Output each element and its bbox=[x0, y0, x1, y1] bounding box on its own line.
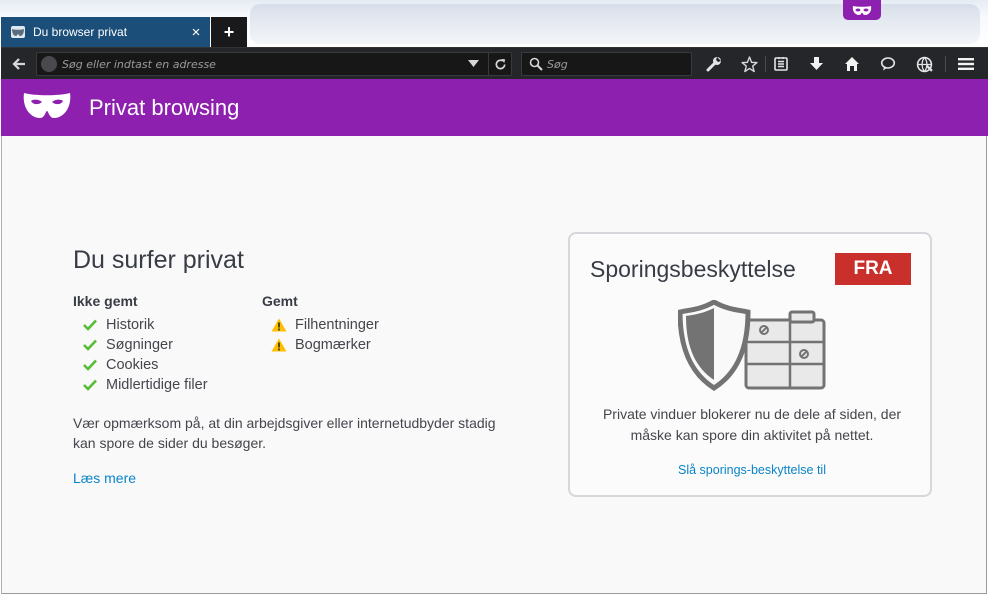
enable-tracking-protection-link[interactable]: Slå sporings-beskyttelse til bbox=[570, 463, 934, 477]
tracking-protection-description: Private vinduer blokerer nu de dele af s… bbox=[602, 406, 902, 443]
saved-list: Gemt Filhentninger Bogmærker bbox=[262, 293, 379, 355]
private-mask-icon bbox=[23, 93, 71, 118]
tracking-protection-illustration bbox=[678, 300, 826, 391]
not-saved-list: Ikke gemt Historik Søgninger Cookies Midler… bbox=[73, 293, 208, 395]
chat-button[interactable] bbox=[874, 52, 902, 76]
toolbar-separator bbox=[945, 56, 946, 72]
not-saved-items: Historik Søgninger Cookies Midlertidige fil… bbox=[73, 315, 208, 395]
developer-tools-button[interactable] bbox=[700, 52, 728, 76]
search-bar[interactable] bbox=[521, 52, 692, 76]
private-browsing-header: Privat browsing bbox=[1, 79, 988, 136]
list-item-label: Historik bbox=[106, 317, 155, 333]
download-icon bbox=[809, 57, 823, 70]
navigation-toolbar bbox=[1, 47, 988, 79]
reload-button[interactable] bbox=[488, 53, 512, 75]
back-button[interactable] bbox=[5, 52, 33, 76]
checkmark-icon bbox=[82, 377, 98, 393]
home-icon bbox=[845, 57, 859, 71]
downloads-button[interactable] bbox=[802, 52, 830, 76]
bookmark-star-button[interactable] bbox=[735, 52, 763, 76]
list-item: Søgninger bbox=[73, 335, 208, 355]
search-icon bbox=[529, 57, 543, 71]
header-title: Privat browsing bbox=[89, 95, 240, 120]
tab-close-button[interactable]: × bbox=[186, 22, 206, 42]
open-menu-button[interactable] bbox=[952, 52, 980, 76]
hamburger-menu-icon bbox=[958, 58, 974, 70]
list-item-label: Filhentninger bbox=[295, 317, 379, 333]
warning-icon bbox=[271, 337, 287, 353]
list-item: Midlertidige filer bbox=[73, 375, 208, 395]
learn-more-link[interactable]: Læs mere bbox=[73, 470, 136, 486]
url-input[interactable] bbox=[62, 53, 462, 75]
globe-icon bbox=[916, 56, 933, 72]
warning-icon bbox=[271, 317, 287, 333]
page-title: Du surfer privat bbox=[73, 246, 244, 274]
web-developer-button[interactable] bbox=[910, 52, 938, 76]
reading-list-button[interactable] bbox=[767, 52, 795, 76]
tab-title: Du browser privat bbox=[33, 25, 128, 39]
privacy-notice: Vær opmærksom på, at din arbejdsgiver el… bbox=[73, 415, 496, 451]
private-mask-icon bbox=[11, 26, 25, 38]
private-mask-icon bbox=[852, 5, 872, 15]
tab-private-browsing[interactable]: Du browser privat × bbox=[1, 17, 210, 47]
tracking-protection-title: Sporingsbeskyttelse bbox=[590, 256, 796, 282]
list-item-label: Bogmærker bbox=[295, 337, 371, 353]
chat-bubble-icon bbox=[880, 57, 896, 71]
chevron-down-icon bbox=[467, 60, 479, 67]
reading-list-icon bbox=[774, 57, 788, 71]
list-item-label: Midlertidige filer bbox=[106, 377, 208, 393]
not-saved-heading: Ikke gemt bbox=[73, 293, 138, 309]
wrench-icon bbox=[706, 57, 721, 72]
list-item: Bogmærker bbox=[262, 335, 379, 355]
list-item: Filhentninger bbox=[262, 315, 379, 335]
checkmark-icon bbox=[82, 357, 98, 373]
saved-items: Filhentninger Bogmærker bbox=[262, 315, 379, 355]
tracking-protection-card: Sporingsbeskyttelse FRA Private vinduer … bbox=[568, 232, 932, 497]
list-item-label: Søgninger bbox=[106, 337, 173, 353]
star-icon bbox=[740, 55, 758, 72]
checkmark-icon bbox=[82, 337, 98, 353]
back-arrow-icon bbox=[12, 58, 25, 70]
checkmark-icon bbox=[82, 317, 98, 333]
list-item: Historik bbox=[73, 315, 208, 335]
url-bar[interactable] bbox=[36, 52, 512, 76]
search-input[interactable] bbox=[547, 53, 687, 75]
new-tab-button[interactable]: + bbox=[211, 17, 247, 47]
url-history-dropdown[interactable] bbox=[465, 56, 481, 72]
home-button[interactable] bbox=[838, 52, 866, 76]
reload-icon bbox=[495, 58, 506, 69]
list-item: Cookies bbox=[73, 355, 208, 375]
page-content: Du surfer privat Ikke gemt Historik Søgni… bbox=[1, 136, 987, 594]
saved-heading: Gemt bbox=[262, 293, 298, 309]
tracking-protection-toggle[interactable]: FRA bbox=[835, 253, 911, 285]
toolbar-separator bbox=[765, 56, 766, 72]
site-identity-icon[interactable] bbox=[41, 56, 57, 72]
list-item-label: Cookies bbox=[106, 357, 159, 373]
private-browsing-indicator bbox=[843, 0, 881, 20]
